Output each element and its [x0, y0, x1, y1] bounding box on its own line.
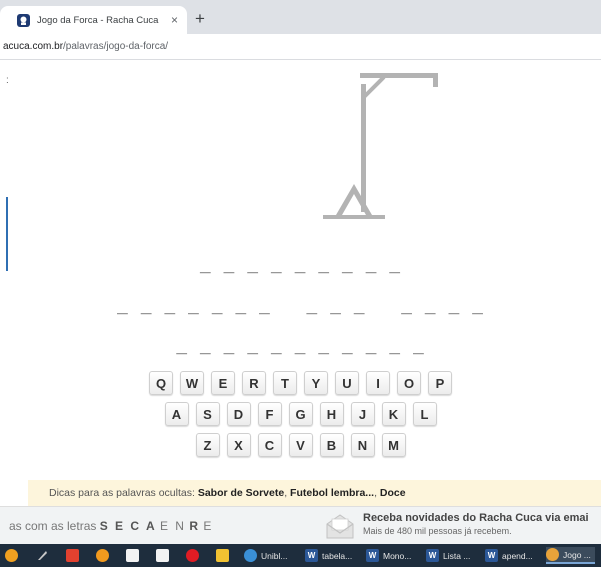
side-text: :: [6, 75, 9, 86]
taskbar-label: tabela...: [322, 550, 353, 561]
key-q[interactable]: Q: [149, 371, 173, 395]
chrome-like-icon: [244, 549, 257, 562]
key-y[interactable]: Y: [304, 371, 328, 395]
key-w[interactable]: W: [180, 371, 204, 395]
gallows-rope: [433, 73, 438, 87]
used-letters-light: E N: [159, 519, 186, 533]
screen: { "browser": { "tab_title": "Jogo da For…: [0, 0, 601, 567]
used-letters-prefix: as com as letras: [9, 519, 97, 533]
close-tab-icon[interactable]: ×: [171, 13, 178, 27]
key-d[interactable]: D: [226, 402, 251, 426]
key-f[interactable]: F: [257, 402, 282, 426]
feather-pen-icon[interactable]: [36, 549, 49, 562]
hint-2: Futebol lembra...: [290, 487, 375, 499]
hint-1: Sabor de Sorvete: [197, 487, 285, 499]
key-z[interactable]: Z: [195, 433, 220, 457]
hint-separator-2: ,: [374, 487, 377, 499]
gallows-support: [336, 184, 372, 215]
key-v[interactable]: V: [288, 433, 313, 457]
taskbar-item-tabela[interactable]: W tabela...: [305, 547, 352, 564]
gallows-base: [323, 215, 385, 219]
page-content: : _ _ _ _ _ _ _ _ _ _ _ _ _ _ _ _ _ _ _ …: [0, 61, 601, 544]
hints-bar: Dicas para as palavras ocultas: Sabor de…: [28, 480, 601, 506]
hint-3: Doce: [379, 487, 406, 499]
address-bar[interactable]: acuca.com.br/palavras/jogo-da-forca/: [0, 34, 601, 60]
document-icon[interactable]: [126, 549, 139, 562]
url-host: acuca.com.br: [3, 41, 64, 52]
word-icon: W: [305, 549, 318, 562]
hints-prefix: Dicas para as palavras ocultas:: [49, 487, 195, 499]
keyboard-row-3: Z X C V B N M: [0, 433, 601, 457]
new-tab-button[interactable]: +: [195, 9, 205, 29]
browser-tab[interactable]: Jogo da Forca - Racha Cuca ×: [0, 6, 187, 34]
newsletter-promo[interactable]: Receba novidades do Racha Cuca via emai …: [363, 512, 589, 536]
key-p[interactable]: P: [428, 371, 452, 395]
used-letters-strong-2: R: [189, 519, 200, 533]
key-c[interactable]: C: [257, 433, 282, 457]
key-l[interactable]: L: [412, 402, 437, 426]
taskbar-item-mono[interactable]: W Mono...: [366, 547, 411, 564]
taskbar-item-apend[interactable]: W apend...: [485, 547, 533, 564]
taskbar-item-unibl[interactable]: Unibl...: [244, 547, 287, 564]
letter-keyboard: Q W E R T Y U I O P A S D F G H J K L Z …: [0, 371, 601, 464]
hidden-word-3: _ _ _ _ _ _ _ _ _ _ _: [176, 334, 425, 355]
browser-app-icon[interactable]: [96, 549, 109, 562]
taskbar-label: Jogo ...: [563, 549, 591, 560]
chrome-icon: [546, 548, 559, 561]
tab-title: Jogo da Forca - Racha Cuca: [37, 14, 159, 26]
url-text[interactable]: acuca.com.br/palavras/jogo-da-forca/: [3, 41, 168, 52]
tab-strip: Jogo da Forca - Racha Cuca × +: [0, 0, 601, 34]
taskbar-item-jogo[interactable]: Jogo ...: [546, 547, 595, 564]
key-k[interactable]: K: [381, 402, 406, 426]
folder-icon[interactable]: [216, 549, 229, 562]
keyboard-row-2: A S D F G H J K L: [0, 402, 601, 426]
key-e[interactable]: E: [211, 371, 235, 395]
key-j[interactable]: J: [350, 402, 375, 426]
hidden-word-1: _ _ _ _ _ _ _ _ _: [199, 253, 402, 274]
used-letters-strong: S E C A: [99, 519, 157, 533]
hint-separator-1: ,: [284, 487, 288, 499]
firefox-icon[interactable]: [5, 549, 18, 562]
key-b[interactable]: B: [319, 433, 344, 457]
hidden-word-2: _ _ _ _ _ _ _ _ _ _ _ _ _ _: [117, 294, 484, 315]
racha-cuca-favicon-icon: [17, 13, 30, 27]
gallows-top: [360, 73, 438, 100]
envelope-icon[interactable]: [325, 512, 355, 540]
document-icon-2[interactable]: [156, 549, 169, 562]
taskbar-item-lista[interactable]: W Lista ...: [426, 547, 470, 564]
key-u[interactable]: U: [335, 371, 359, 395]
word-icon: W: [426, 549, 439, 562]
newsletter-subtitle: Mais de 480 mil pessoas já recebem.: [363, 526, 512, 536]
url-path: /palavras/jogo-da-forca/: [63, 41, 169, 52]
key-s[interactable]: S: [195, 402, 220, 426]
taskbar-label: Unibl...: [261, 550, 288, 561]
footer-bar: as com as letras S E C A E N R E Receba …: [0, 506, 601, 544]
keyboard-row-1: Q W E R T Y U I O P: [0, 371, 601, 395]
windows-taskbar: Unibl... W tabela... W Mono... W Lista .…: [0, 544, 601, 567]
key-t[interactable]: T: [273, 371, 297, 395]
key-a[interactable]: A: [164, 402, 189, 426]
word-icon: W: [366, 549, 379, 562]
key-h[interactable]: H: [319, 402, 344, 426]
key-r[interactable]: R: [242, 371, 266, 395]
word-icon: W: [485, 549, 498, 562]
used-letters: as com as letras S E C A E N R E: [9, 519, 213, 533]
key-g[interactable]: G: [288, 402, 313, 426]
taskbar-label: apend...: [502, 550, 533, 561]
gallows-beam: [360, 73, 438, 78]
used-letters-light-2: E: [203, 519, 214, 533]
gallows-brace: [361, 75, 386, 100]
taskbar-label: Mono...: [383, 550, 412, 561]
newsletter-title: Receba novidades do Racha Cuca via emai: [363, 512, 589, 524]
taskbar-label: Lista ...: [443, 550, 471, 561]
opera-icon[interactable]: [186, 549, 199, 562]
key-i[interactable]: I: [366, 371, 390, 395]
key-x[interactable]: X: [226, 433, 251, 457]
power-app-icon[interactable]: [66, 549, 79, 562]
key-m[interactable]: M: [381, 433, 406, 457]
key-o[interactable]: O: [397, 371, 421, 395]
key-n[interactable]: N: [350, 433, 375, 457]
